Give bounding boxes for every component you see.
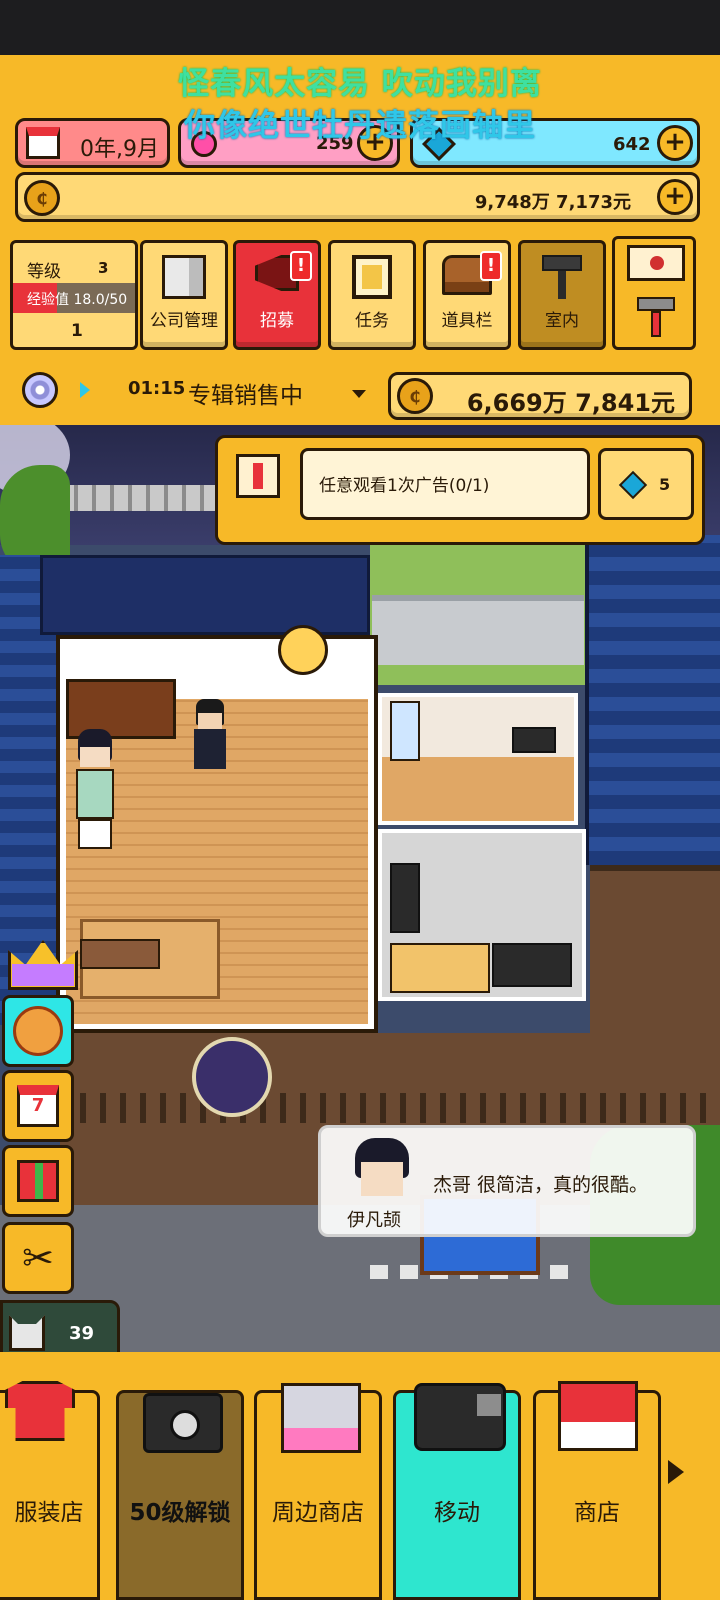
speaker [390,863,420,933]
truck-icon [414,1383,506,1451]
dance-room[interactable] [378,693,578,825]
dropdown-arrow-icon[interactable] [352,390,366,398]
inventory-label: 道具栏 [441,311,493,331]
dialog-bubble[interactable]: 伊凡颉 杰哥 很简洁，真的很酷。 [318,1125,696,1237]
album-earnings-panel: ₵ 6,669万 7,841元 [388,372,692,420]
paint-roller-icon [542,255,582,299]
cat-count: 39 [69,1323,95,1344]
shirt-icon [5,1381,75,1441]
merch-store-button[interactable]: 周边商店 [254,1383,382,1600]
speaker-avatar [351,1138,413,1198]
studio-room[interactable] [378,829,586,1001]
album-earnings: 6,669万 7,841元 [466,389,675,417]
quest-reward[interactable]: 5 [598,448,694,520]
right-shop [590,865,720,1065]
dialog-text: 杰哥 很简洁，真的很酷。 [433,1174,649,1196]
blue-roof-right [585,535,720,865]
hammer-icon [637,297,675,337]
scissors-button[interactable]: ✂ [2,1222,74,1294]
pizza-button[interactable] [2,995,74,1067]
water-cooler [390,701,420,761]
quest-alert-icon [236,454,280,498]
lyric-line-1: 怪春风太容易 吹动我别离 [178,66,542,102]
boombox [512,727,556,753]
album-coin-icon: ₵ [397,378,433,414]
clothing-store-button[interactable]: 服装店 [0,1381,100,1600]
calendar-button[interactable]: 7 [2,1070,74,1142]
interior-label: 室内 [545,311,579,331]
money-amount: 9,748万 7,173元 [474,192,631,213]
recruit-alert-badge: ! [290,251,312,281]
pizza-icon [13,1006,63,1056]
level-value: 3 [98,259,109,277]
main-room[interactable] [56,625,378,1033]
scroll-icon [352,255,392,299]
play-arrow-icon [80,382,90,398]
interior-button[interactable]: 室内 [518,240,606,350]
album-sales-bar: 01:15 专辑销售中 ₵ 6,669万 7,841元 [0,360,720,422]
blue-gate [40,555,370,635]
lyric-line-2: 你像绝世牡丹遗落画轴里 [184,108,536,144]
shop-button[interactable]: 商店 [533,1381,661,1600]
move-button[interactable]: 移动 [393,1383,521,1600]
task-button[interactable]: 任务 [328,240,416,350]
concrete-wall [372,595,584,665]
vip-crown-icon[interactable] [8,930,78,994]
storefront-icon [558,1381,638,1451]
coin-icon: ₵ [24,180,60,216]
trophy-icon [278,625,328,675]
exp-bar: 经验值 18.0/50 [13,283,135,313]
game-scene[interactable]: 任意观看1次广告(0/1) 5 伊凡颉 杰哥 很简洁，真的很酷。 [0,425,720,1415]
mail-button[interactable] [612,236,696,350]
add-money-button[interactable]: + [657,179,693,215]
status-bar [0,0,720,55]
gift-button[interactable] [2,1145,74,1217]
disc-icon [22,372,58,408]
quest-popup[interactable]: 任意观看1次广告(0/1) 5 [215,435,705,545]
inventory-alert-badge: ! [480,251,502,281]
scissors-icon: ✂ [22,1236,54,1280]
money-panel: ₵ 9,748万 7,173元 + [15,172,700,222]
locked-feature-label: 50级解锁 [129,1500,231,1526]
level-label: 等级 [27,262,61,282]
quest-body: 任意观看1次广告(0/1) [300,448,590,520]
reward-diamond-icon [618,470,648,500]
merch-store-label: 周边商店 [272,1500,364,1526]
cash-register-icon [281,1383,361,1453]
camera-icon [143,1393,223,1453]
envelope-icon [627,245,685,281]
keyboard [492,943,572,987]
shop-label: 商店 [574,1500,620,1526]
coffee-table [80,939,160,969]
building-icon [162,255,206,299]
recruit-button[interactable]: 招募 ! [233,240,321,350]
gift-icon [17,1160,59,1202]
album-status: 专辑销售中 [188,383,303,409]
locked-feature-button[interactable]: 50级解锁 [116,1390,244,1600]
album-timer: 01:15 [128,378,186,399]
move-label: 移动 [434,1500,480,1526]
company-management-button[interactable]: 公司管理 [140,240,228,350]
company-management-label: 公司管理 [150,311,218,331]
cat-icon [9,1315,45,1351]
producer-desk [390,943,490,993]
scroll-right-icon[interactable] [668,1460,684,1484]
character-boss [190,699,230,779]
recruit-label: 招募 [260,311,294,331]
quest-text: 任意观看1次广告(0/1) [319,476,490,496]
clothing-store-label: 服装店 [14,1500,84,1526]
level-count: 1 [71,321,83,341]
level-panel[interactable]: 等级 3 经验值 18.0/50 1 [10,240,138,350]
speaker-name: 伊凡颉 [347,1210,401,1231]
inventory-button[interactable]: 道具栏 ! [423,240,511,350]
character-idol [70,729,120,859]
moon-emblem [192,1037,272,1117]
exp-label: 经验值 18.0/50 [27,292,128,308]
quest-reward-amount: 5 [659,475,671,494]
task-label: 任务 [355,311,389,331]
calendar-7-icon: 7 [17,1085,59,1127]
